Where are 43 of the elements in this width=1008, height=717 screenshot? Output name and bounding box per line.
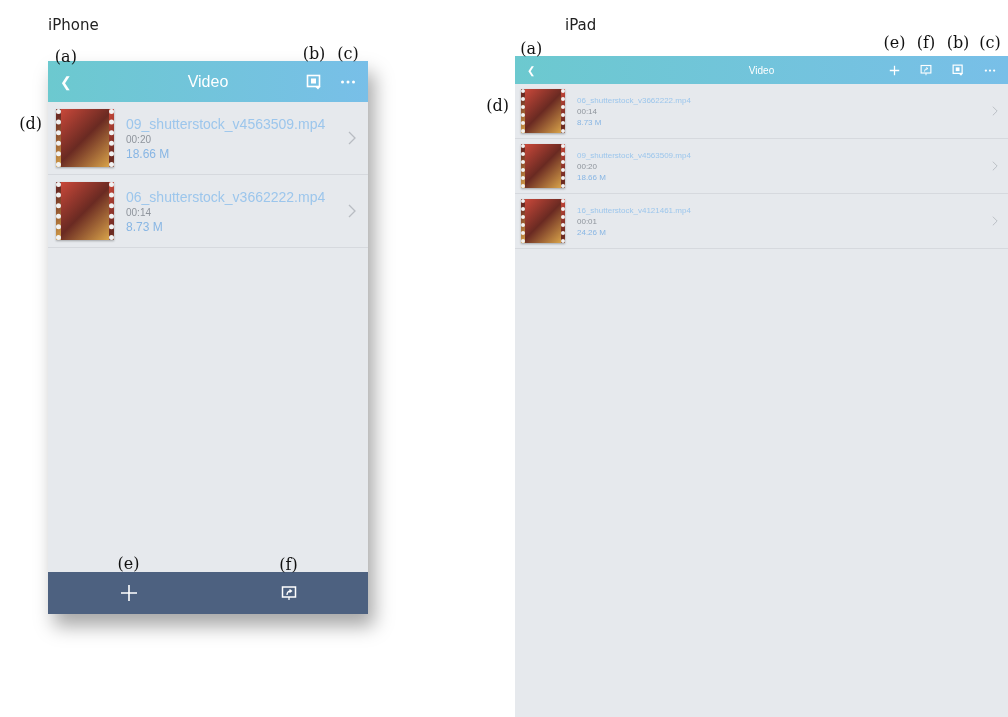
chevron-icon[interactable] [992, 161, 998, 171]
nav-title: Video [748, 64, 775, 76]
nav-title: Video [187, 72, 229, 91]
video-duration: 00:14 [577, 106, 599, 116]
back-button[interactable]: ❮ [523, 64, 540, 76]
callout-label: (a) [520, 40, 543, 57]
callout-label: (f) [279, 557, 298, 573]
video-name[interactable]: 16_shutterstock_v4121461.mp4 [577, 205, 992, 215]
video-size: 18.66 M [577, 172, 607, 182]
callout-label: (c) [979, 35, 1001, 51]
video-size: 8.73 M [126, 219, 164, 234]
video-duration: 00:14 [126, 206, 153, 218]
video-size: 24.26 M [577, 227, 607, 237]
callout-label: (d) [19, 116, 42, 132]
chevron-icon[interactable] [348, 204, 356, 218]
video-name[interactable]: 09_shutterstock_v4563509.mp4 [577, 150, 992, 160]
callout-label: (e) [883, 35, 906, 51]
callout-label: (c) [337, 45, 359, 62]
video-thumbnail [56, 182, 114, 240]
video-duration: 00:01 [577, 216, 599, 226]
device-label: iPhone [48, 16, 99, 34]
chevron-icon[interactable] [348, 131, 356, 145]
chevron-icon[interactable] [992, 216, 998, 226]
video-size: 8.73 M [577, 117, 603, 127]
video-thumbnail [521, 144, 565, 188]
callout-label: (a) [54, 48, 77, 65]
device-label: iPad [565, 16, 597, 34]
video-size: 18.66 M [126, 146, 171, 161]
back-button[interactable]: ❮ [56, 73, 76, 90]
callout-label: (f) [916, 35, 936, 51]
video-name[interactable]: 06_shutterstock_v3662222.mp4 [577, 95, 992, 105]
callout-label: (d) [486, 98, 509, 114]
video-name[interactable]: 06_shutterstock_v3662222.mp4 [126, 188, 348, 205]
chevron-icon[interactable] [992, 106, 998, 116]
video-duration: 00:20 [577, 161, 599, 171]
callout-label: (b) [302, 45, 326, 62]
video-thumbnail [521, 199, 565, 243]
video-duration: 00:20 [126, 133, 153, 145]
video-name[interactable]: 09_shutterstock_v4563509.mp4 [126, 115, 348, 132]
callout-label: (b) [946, 35, 970, 51]
callout-label: (e) [117, 556, 140, 572]
video-thumbnail [56, 109, 114, 167]
video-thumbnail [521, 89, 565, 133]
